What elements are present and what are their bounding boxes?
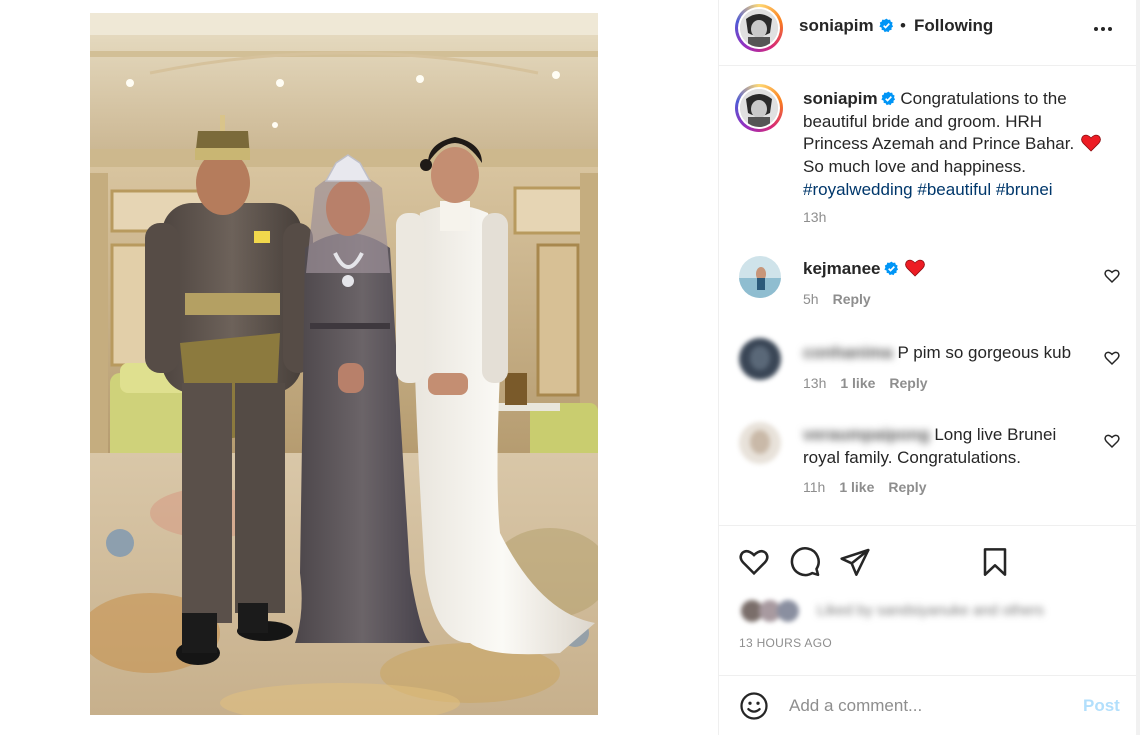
comment-text: kejmanee: [803, 258, 1093, 281]
heart-icon[interactable]: [1104, 433, 1120, 449]
author-username[interactable]: soniapim: [799, 16, 874, 36]
comment-item: veraumpaipong Long live Brunei royal fam…: [719, 420, 1137, 510]
separator-dot: •: [900, 16, 906, 35]
comment-item: kejmanee 5h Reply: [719, 254, 1137, 334]
author-avatar[interactable]: [735, 4, 783, 52]
bookmark-icon[interactable]: [979, 546, 1011, 578]
heart-icon[interactable]: [1104, 268, 1120, 284]
comment-meta: 5h Reply: [803, 291, 885, 307]
comment-likes[interactable]: 1 like: [840, 375, 875, 391]
heart-icon[interactable]: [738, 546, 770, 578]
paper-plane-icon[interactable]: [839, 546, 871, 578]
comment-body: P pim so gorgeous kub: [897, 343, 1072, 362]
comment-likes[interactable]: 1 like: [839, 479, 874, 495]
comment-text: conhanima P pim so gorgeous kub: [803, 342, 1093, 365]
comment-meta: 11h 1 like Reply: [803, 479, 940, 495]
liked-by[interactable]: Liked by sandsiyanuke and others: [739, 598, 1119, 624]
commenter-username[interactable]: conhanima: [803, 343, 893, 362]
comment-time[interactable]: 11h: [803, 479, 825, 495]
caption-username[interactable]: soniapim: [803, 89, 878, 108]
liked-by-text[interactable]: Liked by sandsiyanuke and others: [817, 602, 1044, 619]
comment-time[interactable]: 13h: [803, 375, 826, 391]
red-heart-emoji-icon: [905, 259, 926, 277]
caption-text: soniapim Congratulations to the beautifu…: [803, 88, 1108, 202]
comment-time[interactable]: 5h: [803, 291, 819, 307]
liked-by-avatars: [739, 598, 809, 624]
post-timestamp[interactable]: 13 HOURS AGO: [739, 636, 832, 650]
hashtag-beautiful[interactable]: #beautiful: [917, 180, 991, 199]
post-photo[interactable]: [90, 13, 598, 715]
reply-button[interactable]: Reply: [833, 291, 871, 307]
commenter-username[interactable]: veraumpaipong: [803, 425, 930, 444]
more-horizontal-icon[interactable]: [1088, 14, 1118, 44]
hashtag-royalwedding[interactable]: #royalwedding: [803, 180, 913, 199]
verified-badge-icon: [876, 18, 894, 36]
reply-button[interactable]: Reply: [888, 479, 926, 495]
post-media-pane: [0, 0, 718, 735]
red-heart-emoji-icon: [1081, 134, 1101, 152]
post-header: soniapim • Following: [719, 0, 1137, 66]
caption-body-2: So much love and happiness.: [803, 157, 1027, 177]
post-actions: Liked by sandsiyanuke and others 13 HOUR…: [719, 525, 1137, 675]
page-scrollbar[interactable]: [1136, 0, 1140, 735]
add-comment-bar: Post: [719, 675, 1137, 735]
post-side-panel: soniapim • Following soniapim Congratula…: [718, 0, 1137, 735]
commenter-username[interactable]: kejmanee: [803, 259, 881, 278]
smiley-icon[interactable]: [739, 691, 769, 721]
following-button[interactable]: Following: [914, 16, 993, 36]
comment-bubble-icon[interactable]: [789, 546, 821, 578]
commenter-avatar[interactable]: [739, 338, 781, 380]
comment-meta: 13h 1 like Reply: [803, 375, 942, 391]
comment-text: veraumpaipong Long live Brunei royal fam…: [803, 424, 1093, 469]
hashtag-brunei[interactable]: #brunei: [996, 180, 1053, 199]
caption-author-avatar[interactable]: [735, 84, 783, 132]
comment-input[interactable]: [789, 692, 1069, 720]
commenter-avatar[interactable]: [739, 256, 781, 298]
commenter-avatar[interactable]: [739, 422, 781, 464]
verified-badge-icon: [878, 89, 896, 108]
verified-badge-icon: [881, 259, 899, 278]
heart-icon[interactable]: [1104, 350, 1120, 366]
reply-button[interactable]: Reply: [889, 375, 927, 391]
post-caption: soniapim Congratulations to the beautifu…: [719, 66, 1137, 234]
comment-item: conhanima P pim so gorgeous kub 13h 1 lik…: [719, 338, 1137, 422]
post-comment-button[interactable]: Post: [1083, 696, 1120, 716]
caption-time[interactable]: 13h: [803, 209, 826, 225]
